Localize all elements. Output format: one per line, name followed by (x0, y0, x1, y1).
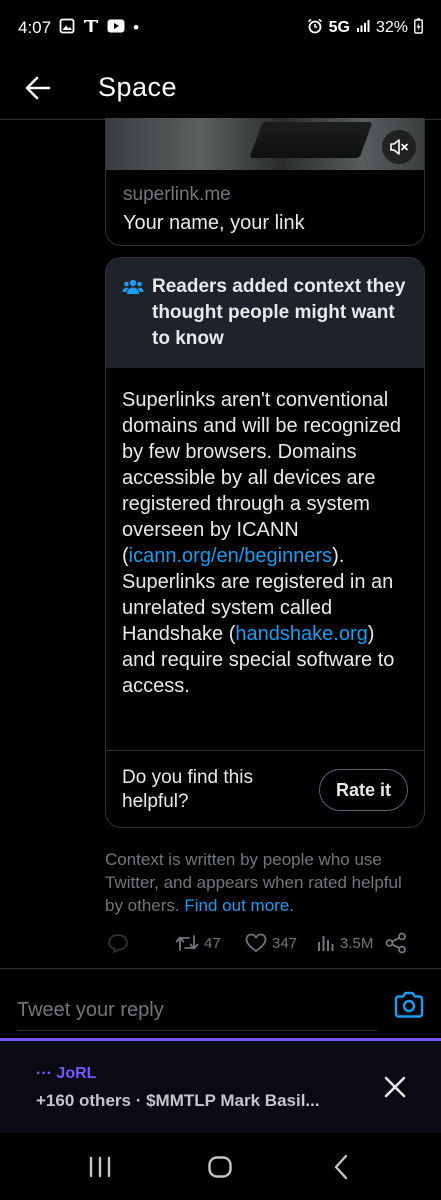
note-body: Superlinks aren't conventional domains a… (106, 368, 424, 751)
system-nav-bar (0, 1133, 441, 1200)
back-button[interactable] (0, 56, 76, 120)
comment-icon (108, 934, 128, 953)
retweet-icon (175, 935, 199, 951)
rate-it-button[interactable]: Rate it (318, 769, 408, 811)
context-info: Context is written by people who use Twi… (105, 848, 415, 917)
retweet-count: 47 (204, 934, 221, 952)
retweet-button[interactable]: 47 (175, 934, 221, 952)
t-mobile-icon (83, 18, 99, 39)
home-button[interactable] (190, 1142, 250, 1192)
status-bar: 4:07 • 5G 32% (0, 0, 441, 56)
signal-icon (356, 19, 370, 38)
battery-icon (414, 17, 423, 39)
arrow-left-icon (25, 76, 51, 99)
tweet-actions: 47 347 3.5M (105, 928, 415, 958)
close-space-button[interactable] (383, 1075, 407, 1099)
gallery-icon (59, 18, 75, 39)
helpful-question: Do you find this helpful? (122, 767, 253, 812)
views-button[interactable]: 3.5M (317, 934, 373, 952)
network-label: 5G (328, 19, 350, 36)
note-text-1: Superlinks aren't conventional domains a… (122, 389, 402, 567)
recents-icon (89, 1156, 111, 1177)
heart-icon (245, 933, 267, 953)
link-domain: superlink.me (123, 184, 231, 205)
back-nav-button[interactable] (311, 1142, 371, 1192)
youtube-icon (107, 18, 125, 38)
page-title: Space (98, 72, 178, 102)
people-icon (122, 278, 144, 368)
camera-icon (394, 991, 424, 1018)
share-button[interactable] (385, 932, 407, 954)
space-host: ··· JoRL (36, 1065, 97, 1082)
icann-link[interactable]: icann.org/en/beginners (129, 545, 332, 567)
volume-mute-icon (390, 139, 408, 155)
status-dot: • (133, 18, 140, 37)
reply-input[interactable] (17, 991, 377, 1031)
alarm-icon (307, 18, 323, 39)
video-thumbnail[interactable] (106, 118, 424, 170)
battery-percent: 32% (375, 19, 408, 36)
note-header: Readers added context they thought peopl… (106, 258, 424, 368)
share-icon (385, 932, 406, 954)
bar-chart-icon (318, 936, 334, 951)
link-preview-card[interactable]: superlink.me Your name, your link (105, 118, 425, 246)
find-out-more-link[interactable]: Find out more. (184, 896, 294, 915)
note-rating-row: Do you find this helpful? Rate it (106, 751, 424, 827)
space-title: +160 others · $MMTLP Mark Basil... (36, 1091, 320, 1110)
mute-button[interactable] (382, 130, 416, 164)
top-app-bar: Space (0, 56, 441, 120)
community-note: Readers added context they thought peopl… (105, 257, 425, 828)
status-time: 4:07 (18, 18, 52, 37)
like-button[interactable]: 347 (245, 933, 297, 953)
camera-button[interactable] (394, 991, 424, 1021)
handshake-link[interactable]: handshake.org (235, 623, 367, 645)
chevron-left-icon (334, 1154, 348, 1179)
space-docked-player[interactable]: ··· JoRL +160 others · $MMTLP Mark Basil… (0, 1038, 441, 1133)
reply-bar (0, 968, 441, 1040)
link-description: Your name, your link (123, 212, 305, 234)
close-icon (384, 1076, 406, 1098)
views-count: 3.5M (340, 934, 374, 952)
home-icon (208, 1155, 233, 1178)
recents-button[interactable] (70, 1142, 130, 1192)
like-count: 347 (272, 934, 298, 952)
reply-button[interactable] (107, 933, 129, 953)
note-heading: Readers added context they thought peopl… (152, 276, 406, 349)
